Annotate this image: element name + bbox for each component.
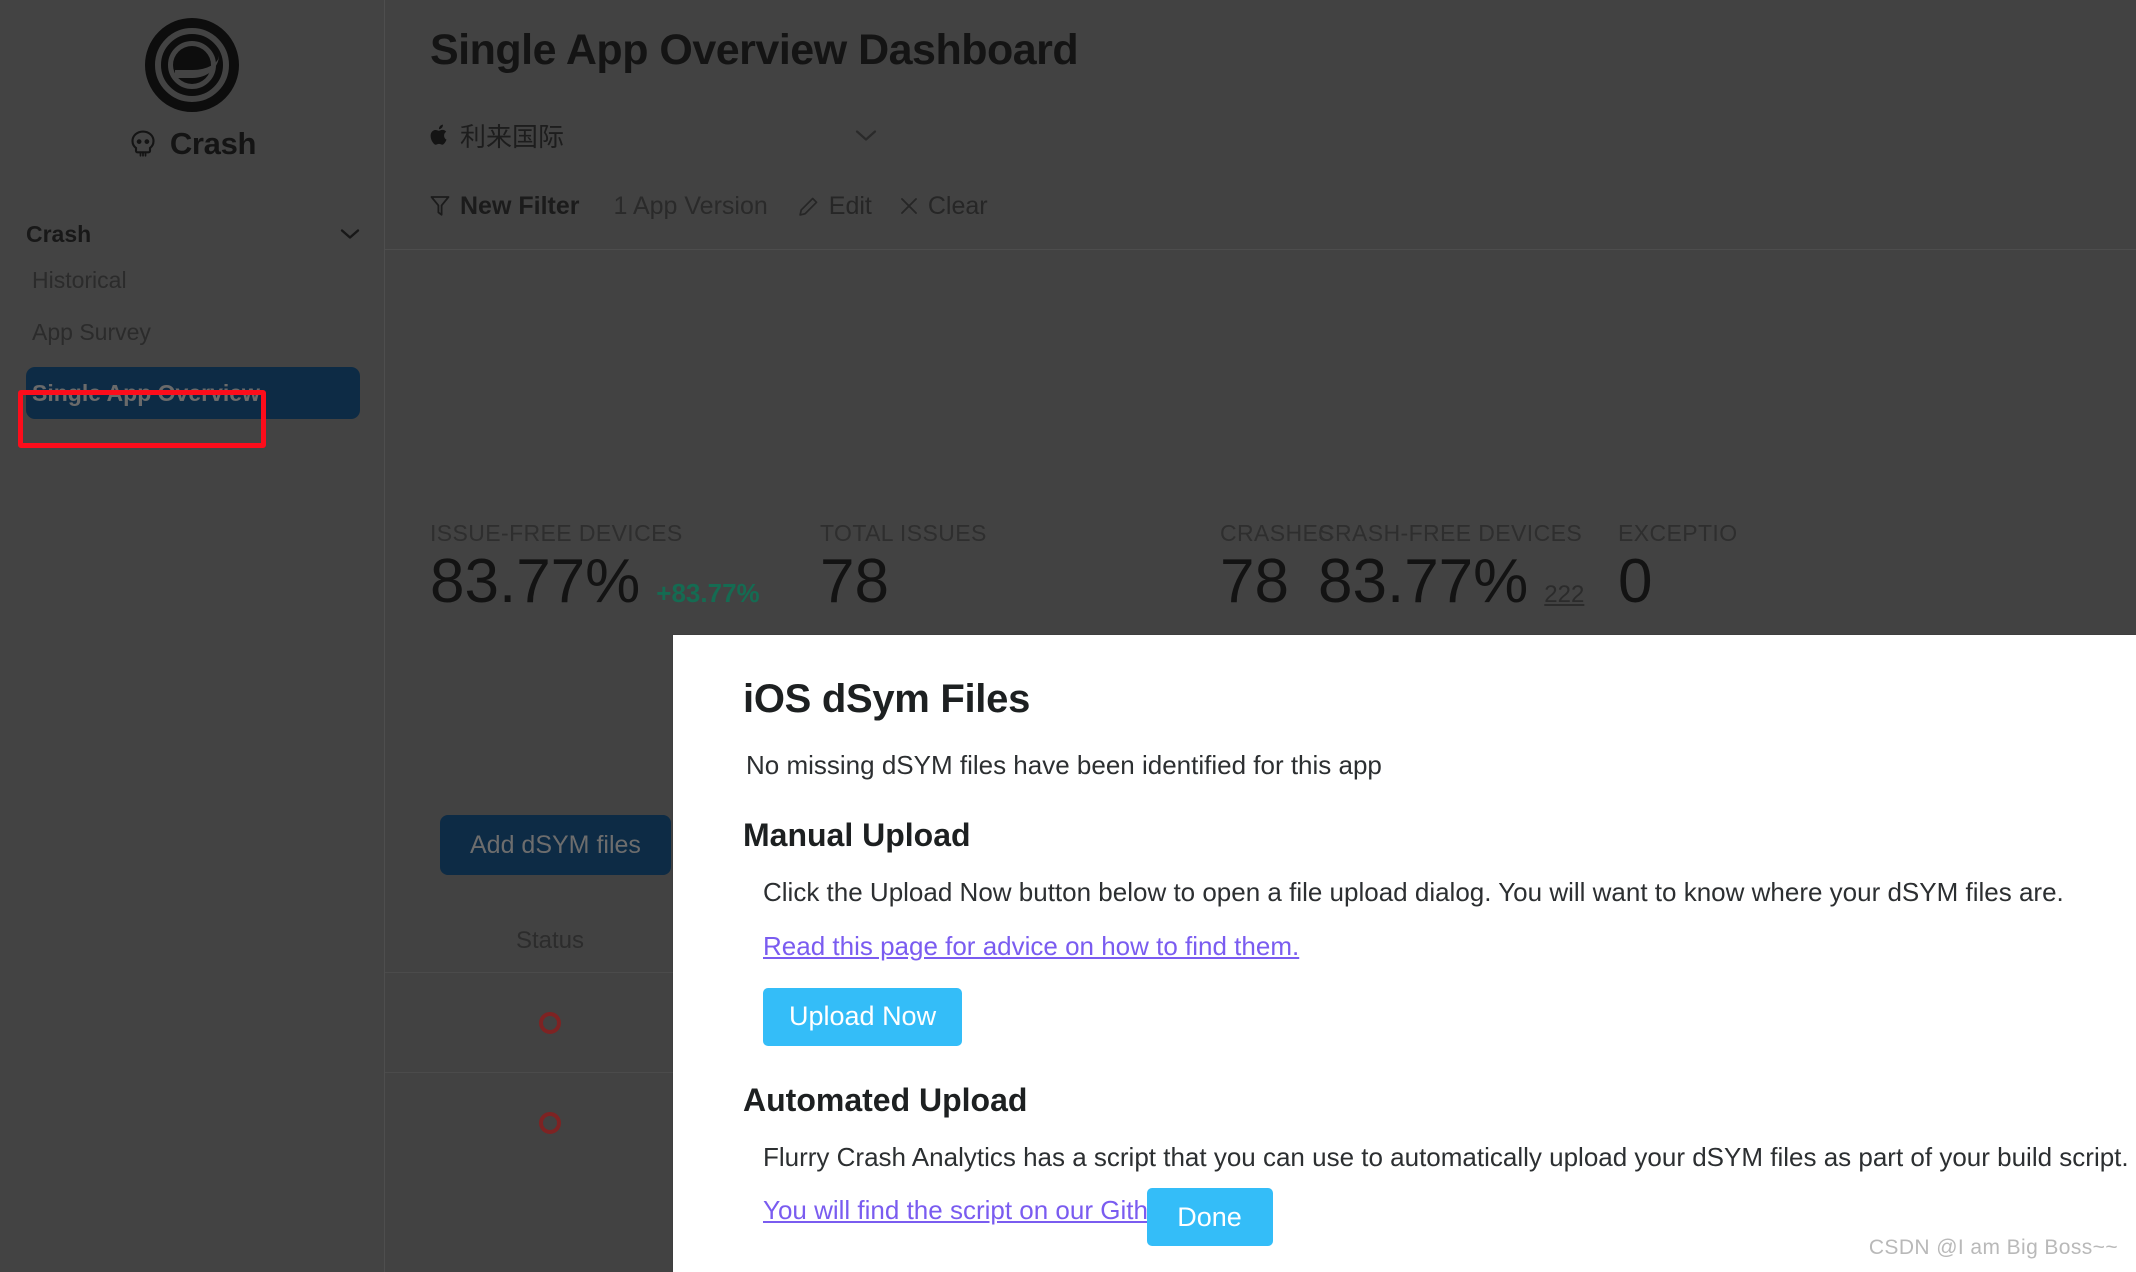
edit-label: Edit: [828, 191, 872, 220]
new-filter-button[interactable]: New Filter: [430, 192, 579, 221]
skull-icon: [131, 130, 155, 157]
sidebar-item-label: Single App Overview: [32, 379, 260, 406]
brand-name: Crash: [169, 126, 257, 161]
metric-label: TOTAL ISSUES: [820, 520, 987, 546]
manual-upload-link[interactable]: Read this page for advice on how to find…: [763, 931, 1299, 962]
sidebar: Crash Crash Historical App Survey Single…: [0, 0, 385, 1272]
filter-bar: New Filter 1 App Version Edit Clear: [430, 183, 2136, 229]
metric-crash-free-devices: CRASH-FREE DEVICES 83.77% 222: [1318, 520, 1618, 614]
status-circle-icon: [539, 1011, 561, 1034]
page-header: Single App Overview Dashboard 利来国际: [385, 0, 2136, 157]
metric-label: ISSUE-FREE DEVICES: [430, 520, 683, 546]
sidebar-item-active-pill: Single App Overview: [26, 367, 360, 419]
manual-upload-body: Click the Upload Now button below to ope…: [763, 877, 2064, 907]
filter-funnel-icon: [430, 196, 450, 216]
new-filter-label: New Filter: [460, 191, 580, 220]
metric-delta: +83.77%: [656, 578, 760, 608]
add-dsym-files-button[interactable]: Add dSYM files: [440, 815, 671, 875]
modal-title: iOS dSym Files: [743, 677, 1031, 721]
app-version-chip[interactable]: 1 App Version: [613, 192, 767, 221]
metric-total-issues: TOTAL ISSUES 78: [820, 520, 1220, 614]
chevron-down-icon: [340, 229, 360, 239]
status-circle-icon: [539, 1111, 561, 1134]
modal-body: iOS dSym Files No missing dSYM files hav…: [673, 635, 2136, 1226]
cell-status: [385, 1111, 715, 1134]
ios-dsym-files-modal: iOS dSym Files No missing dSYM files hav…: [673, 635, 2136, 1272]
close-x-icon: [900, 198, 917, 214]
edit-filter-button[interactable]: Edit: [798, 192, 872, 221]
metric-crashes: CRASHES 78: [1220, 520, 1334, 616]
apple-icon: [430, 124, 447, 145]
sidebar-nav: Crash Historical App Survey Single App O…: [0, 214, 384, 422]
flurry-logo-icon: [145, 18, 239, 112]
sidebar-group-crash[interactable]: Crash: [26, 214, 360, 254]
sidebar-item-historical[interactable]: Historical: [26, 254, 360, 306]
metric-exceptions: EXCEPTIO 0: [1618, 520, 1778, 614]
sidebar-item-label: Historical: [32, 266, 127, 293]
app-selector-value: 利来国际: [460, 121, 565, 152]
done-button[interactable]: Done: [1146, 1188, 1273, 1246]
metric-label: EXCEPTIO: [1618, 520, 1738, 546]
clear-label: Clear: [927, 191, 988, 220]
automated-upload-body: Flurry Crash Analytics has a script that…: [763, 1141, 2129, 1172]
metric-value: 83.77%: [1318, 547, 1529, 616]
metric-value: 0: [1618, 547, 1653, 616]
metric-issue-free-devices: ISSUE-FREE DEVICES 83.77% +83.77%: [430, 520, 820, 614]
sidebar-item-app-survey[interactable]: App Survey: [26, 306, 360, 358]
watermark: CSDN @I am Big Boss~~: [1868, 1236, 2118, 1259]
column-header-status[interactable]: Status: [385, 927, 715, 955]
sidebar-group-label: Crash: [26, 220, 92, 247]
screen-root: Crash Crash Historical App Survey Single…: [0, 0, 2136, 1272]
page-title: Single App Overview Dashboard: [430, 26, 1079, 74]
cell-status: [385, 1011, 715, 1034]
metric-sub-value[interactable]: 222: [1544, 581, 1584, 609]
brand-row: Crash: [0, 126, 384, 162]
sidebar-item-label: App Survey: [32, 318, 151, 345]
upload-now-button[interactable]: Upload Now: [763, 987, 963, 1046]
manual-upload-heading: Manual Upload: [743, 817, 971, 853]
modal-subtitle: No missing dSYM files have been identifi…: [746, 750, 1382, 780]
metric-value: 78: [820, 547, 889, 616]
sidebar-item-single-app-overview[interactable]: Single App Overview: [26, 364, 360, 422]
metric-value: 83.77%: [430, 547, 641, 616]
chevron-down-icon: [855, 129, 877, 141]
metrics-row: ISSUE-FREE DEVICES 83.77% +83.77% TOTAL …: [430, 520, 2136, 614]
automated-upload-heading: Automated Upload: [743, 1081, 1028, 1118]
metric-label: CRASH-FREE DEVICES: [1318, 520, 1583, 546]
metric-label: CRASHES: [1220, 520, 1334, 546]
pencil-icon: [799, 197, 818, 216]
app-selector[interactable]: 利来国际: [430, 113, 885, 157]
header-divider: [385, 249, 2136, 250]
clear-filter-button[interactable]: Clear: [900, 192, 988, 221]
metric-value: 78: [1220, 547, 1289, 616]
